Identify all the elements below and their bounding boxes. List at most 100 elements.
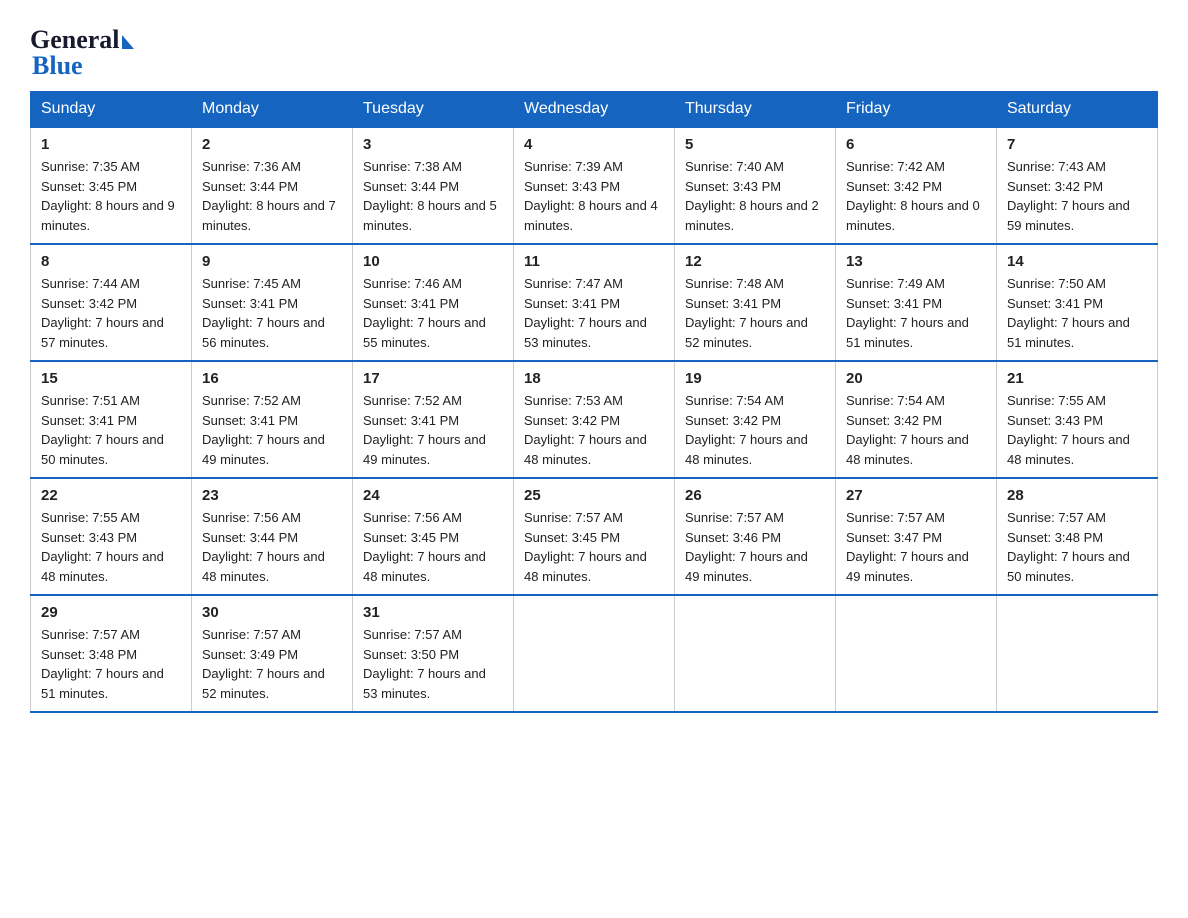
calendar-cell: 11 Sunrise: 7:47 AMSunset: 3:41 PMDaylig… [514, 244, 675, 361]
day-info: Sunrise: 7:57 AMSunset: 3:50 PMDaylight:… [363, 627, 486, 701]
day-info: Sunrise: 7:57 AMSunset: 3:45 PMDaylight:… [524, 510, 647, 584]
header-thursday: Thursday [675, 92, 836, 128]
day-number: 10 [363, 253, 503, 270]
day-number: 29 [41, 604, 181, 621]
day-info: Sunrise: 7:36 AMSunset: 3:44 PMDaylight:… [202, 159, 336, 233]
day-number: 12 [685, 253, 825, 270]
calendar-cell: 16 Sunrise: 7:52 AMSunset: 3:41 PMDaylig… [192, 361, 353, 478]
day-number: 1 [41, 136, 181, 153]
day-info: Sunrise: 7:46 AMSunset: 3:41 PMDaylight:… [363, 276, 486, 350]
calendar-week-row: 1 Sunrise: 7:35 AMSunset: 3:45 PMDayligh… [31, 127, 1158, 244]
day-number: 23 [202, 487, 342, 504]
day-number: 6 [846, 136, 986, 153]
day-info: Sunrise: 7:40 AMSunset: 3:43 PMDaylight:… [685, 159, 819, 233]
calendar-week-row: 8 Sunrise: 7:44 AMSunset: 3:42 PMDayligh… [31, 244, 1158, 361]
day-info: Sunrise: 7:47 AMSunset: 3:41 PMDaylight:… [524, 276, 647, 350]
day-number: 14 [1007, 253, 1147, 270]
day-number: 18 [524, 370, 664, 387]
logo-arrow-icon [122, 35, 134, 49]
day-info: Sunrise: 7:57 AMSunset: 3:49 PMDaylight:… [202, 627, 325, 701]
day-info: Sunrise: 7:54 AMSunset: 3:42 PMDaylight:… [846, 393, 969, 467]
day-info: Sunrise: 7:39 AMSunset: 3:43 PMDaylight:… [524, 159, 658, 233]
calendar-cell: 22 Sunrise: 7:55 AMSunset: 3:43 PMDaylig… [31, 478, 192, 595]
calendar-cell: 13 Sunrise: 7:49 AMSunset: 3:41 PMDaylig… [836, 244, 997, 361]
day-info: Sunrise: 7:45 AMSunset: 3:41 PMDaylight:… [202, 276, 325, 350]
calendar-cell: 2 Sunrise: 7:36 AMSunset: 3:44 PMDayligh… [192, 127, 353, 244]
calendar-cell: 18 Sunrise: 7:53 AMSunset: 3:42 PMDaylig… [514, 361, 675, 478]
day-number: 3 [363, 136, 503, 153]
day-info: Sunrise: 7:51 AMSunset: 3:41 PMDaylight:… [41, 393, 164, 467]
day-number: 2 [202, 136, 342, 153]
day-info: Sunrise: 7:57 AMSunset: 3:47 PMDaylight:… [846, 510, 969, 584]
day-number: 21 [1007, 370, 1147, 387]
day-number: 20 [846, 370, 986, 387]
day-info: Sunrise: 7:44 AMSunset: 3:42 PMDaylight:… [41, 276, 164, 350]
day-number: 30 [202, 604, 342, 621]
day-info: Sunrise: 7:56 AMSunset: 3:44 PMDaylight:… [202, 510, 325, 584]
calendar-week-row: 15 Sunrise: 7:51 AMSunset: 3:41 PMDaylig… [31, 361, 1158, 478]
logo: General Blue [30, 20, 134, 81]
calendar-cell: 28 Sunrise: 7:57 AMSunset: 3:48 PMDaylig… [997, 478, 1158, 595]
day-number: 31 [363, 604, 503, 621]
day-info: Sunrise: 7:54 AMSunset: 3:42 PMDaylight:… [685, 393, 808, 467]
calendar-cell: 19 Sunrise: 7:54 AMSunset: 3:42 PMDaylig… [675, 361, 836, 478]
day-number: 9 [202, 253, 342, 270]
calendar-cell: 10 Sunrise: 7:46 AMSunset: 3:41 PMDaylig… [353, 244, 514, 361]
day-number: 25 [524, 487, 664, 504]
calendar-cell: 3 Sunrise: 7:38 AMSunset: 3:44 PMDayligh… [353, 127, 514, 244]
day-info: Sunrise: 7:52 AMSunset: 3:41 PMDaylight:… [363, 393, 486, 467]
logo-blue-text: Blue [30, 51, 134, 81]
day-number: 15 [41, 370, 181, 387]
calendar-cell: 1 Sunrise: 7:35 AMSunset: 3:45 PMDayligh… [31, 127, 192, 244]
calendar-cell: 4 Sunrise: 7:39 AMSunset: 3:43 PMDayligh… [514, 127, 675, 244]
calendar-cell: 6 Sunrise: 7:42 AMSunset: 3:42 PMDayligh… [836, 127, 997, 244]
day-info: Sunrise: 7:55 AMSunset: 3:43 PMDaylight:… [41, 510, 164, 584]
calendar-cell: 14 Sunrise: 7:50 AMSunset: 3:41 PMDaylig… [997, 244, 1158, 361]
day-info: Sunrise: 7:50 AMSunset: 3:41 PMDaylight:… [1007, 276, 1130, 350]
day-number: 13 [846, 253, 986, 270]
calendar-week-row: 29 Sunrise: 7:57 AMSunset: 3:48 PMDaylig… [31, 595, 1158, 712]
header-tuesday: Tuesday [353, 92, 514, 128]
calendar-week-row: 22 Sunrise: 7:55 AMSunset: 3:43 PMDaylig… [31, 478, 1158, 595]
day-info: Sunrise: 7:49 AMSunset: 3:41 PMDaylight:… [846, 276, 969, 350]
day-info: Sunrise: 7:52 AMSunset: 3:41 PMDaylight:… [202, 393, 325, 467]
day-info: Sunrise: 7:43 AMSunset: 3:42 PMDaylight:… [1007, 159, 1130, 233]
calendar-cell [836, 595, 997, 712]
calendar-cell: 21 Sunrise: 7:55 AMSunset: 3:43 PMDaylig… [997, 361, 1158, 478]
calendar-cell [675, 595, 836, 712]
day-number: 28 [1007, 487, 1147, 504]
day-number: 24 [363, 487, 503, 504]
day-number: 19 [685, 370, 825, 387]
day-info: Sunrise: 7:48 AMSunset: 3:41 PMDaylight:… [685, 276, 808, 350]
day-number: 17 [363, 370, 503, 387]
calendar-cell: 26 Sunrise: 7:57 AMSunset: 3:46 PMDaylig… [675, 478, 836, 595]
day-info: Sunrise: 7:57 AMSunset: 3:46 PMDaylight:… [685, 510, 808, 584]
day-number: 7 [1007, 136, 1147, 153]
calendar-cell [514, 595, 675, 712]
day-info: Sunrise: 7:57 AMSunset: 3:48 PMDaylight:… [41, 627, 164, 701]
calendar-cell: 15 Sunrise: 7:51 AMSunset: 3:41 PMDaylig… [31, 361, 192, 478]
day-info: Sunrise: 7:56 AMSunset: 3:45 PMDaylight:… [363, 510, 486, 584]
header-monday: Monday [192, 92, 353, 128]
calendar-cell: 29 Sunrise: 7:57 AMSunset: 3:48 PMDaylig… [31, 595, 192, 712]
calendar-header-row: SundayMondayTuesdayWednesdayThursdayFrid… [31, 92, 1158, 128]
calendar-cell: 25 Sunrise: 7:57 AMSunset: 3:45 PMDaylig… [514, 478, 675, 595]
calendar-cell: 27 Sunrise: 7:57 AMSunset: 3:47 PMDaylig… [836, 478, 997, 595]
day-info: Sunrise: 7:35 AMSunset: 3:45 PMDaylight:… [41, 159, 175, 233]
calendar-cell: 9 Sunrise: 7:45 AMSunset: 3:41 PMDayligh… [192, 244, 353, 361]
header-saturday: Saturday [997, 92, 1158, 128]
day-number: 4 [524, 136, 664, 153]
day-number: 5 [685, 136, 825, 153]
day-info: Sunrise: 7:55 AMSunset: 3:43 PMDaylight:… [1007, 393, 1130, 467]
day-number: 22 [41, 487, 181, 504]
calendar-cell: 5 Sunrise: 7:40 AMSunset: 3:43 PMDayligh… [675, 127, 836, 244]
calendar-cell: 23 Sunrise: 7:56 AMSunset: 3:44 PMDaylig… [192, 478, 353, 595]
day-number: 8 [41, 253, 181, 270]
page-header: General Blue [30, 20, 1158, 81]
calendar-cell: 12 Sunrise: 7:48 AMSunset: 3:41 PMDaylig… [675, 244, 836, 361]
calendar-cell [997, 595, 1158, 712]
day-number: 26 [685, 487, 825, 504]
day-info: Sunrise: 7:42 AMSunset: 3:42 PMDaylight:… [846, 159, 980, 233]
calendar-cell: 24 Sunrise: 7:56 AMSunset: 3:45 PMDaylig… [353, 478, 514, 595]
calendar-cell: 31 Sunrise: 7:57 AMSunset: 3:50 PMDaylig… [353, 595, 514, 712]
